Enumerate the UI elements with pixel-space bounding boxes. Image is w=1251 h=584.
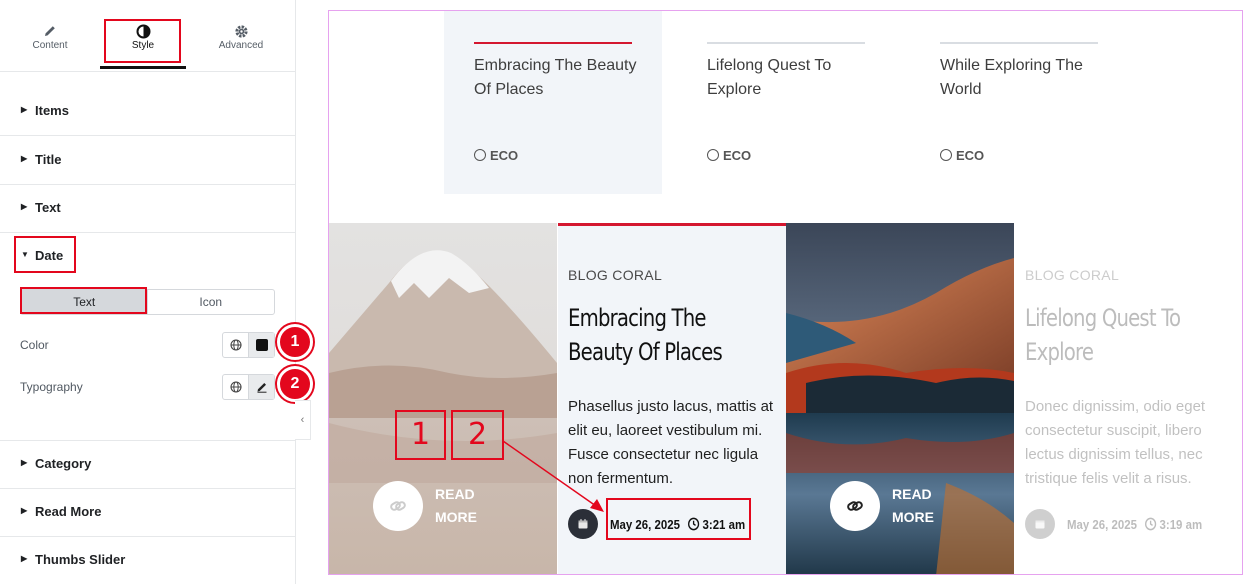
editor-screen: Content Style Advanced ▶ Items ▶ Title ▶… [0, 0, 1251, 584]
annotation-arrow [502, 440, 604, 512]
